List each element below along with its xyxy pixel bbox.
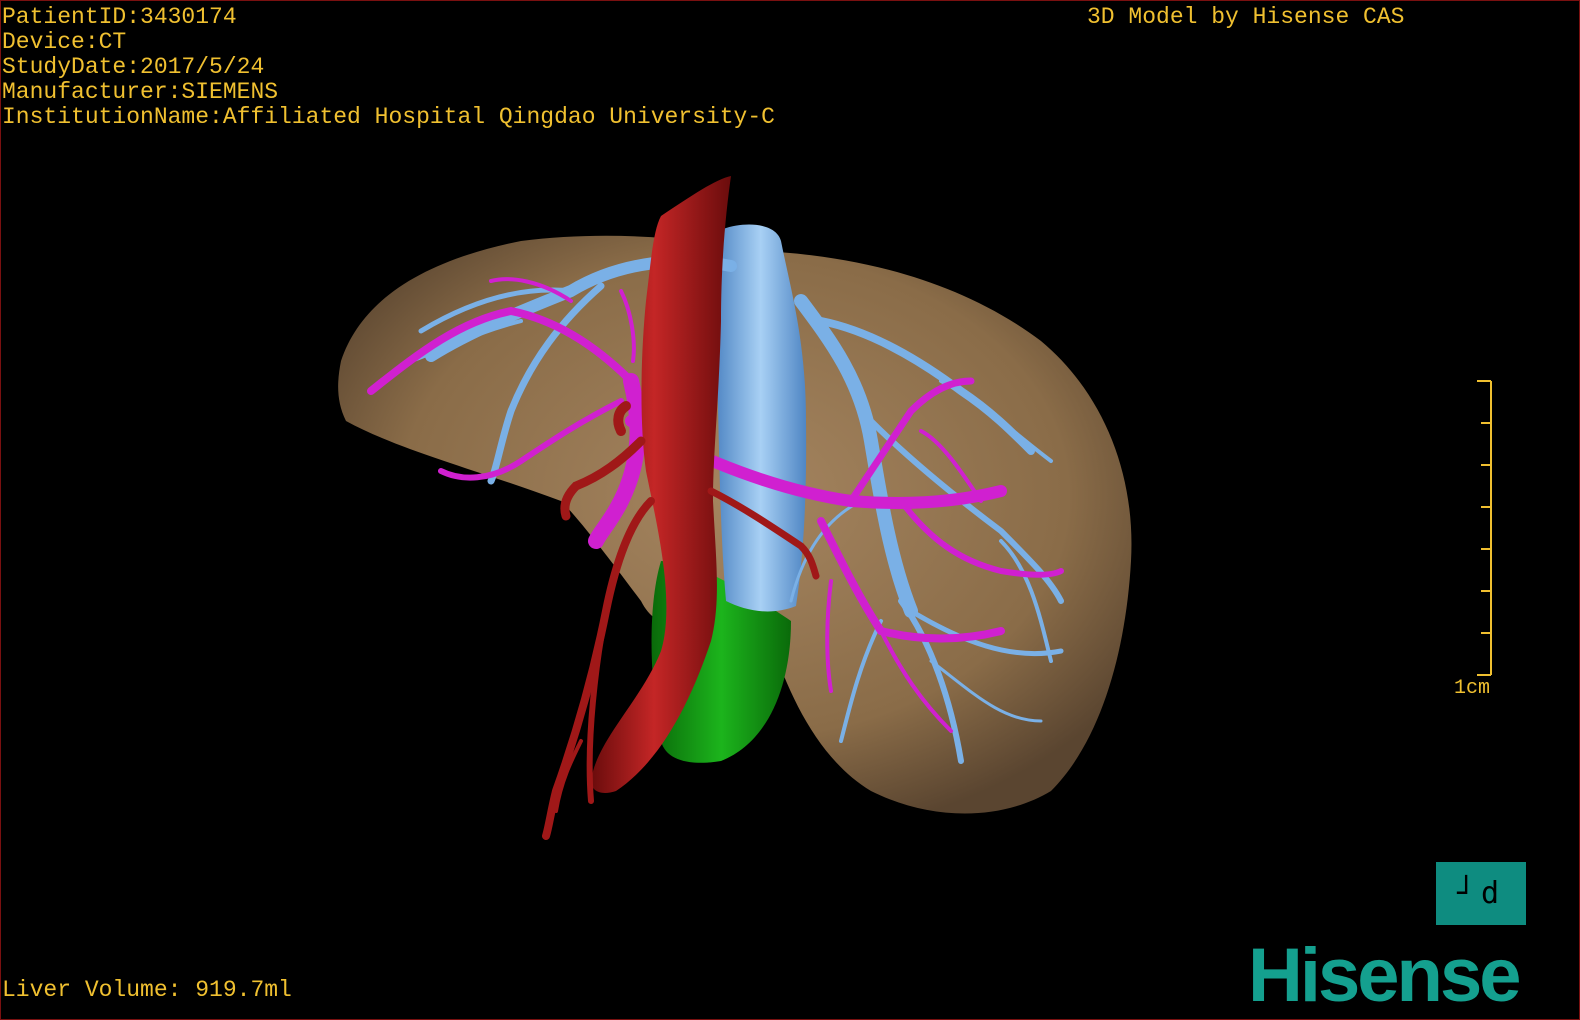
model-credit-text: 3D Model by Hisense CAS xyxy=(1087,4,1405,30)
3d-model-scene[interactable] xyxy=(1,1,1579,1019)
scale-bar-label: 1cm xyxy=(1454,677,1491,700)
view-orientation-cube[interactable]: ┘d xyxy=(1436,862,1526,925)
scale-bar xyxy=(1477,380,1492,676)
manufacturer-text: Manufacturer:SIEMENS xyxy=(2,79,279,105)
patient-id-text: PatientID:3430174 xyxy=(2,4,237,30)
3d-viewport[interactable]: PatientID:3430174 Device:CT StudyDate:20… xyxy=(0,0,1580,1020)
liver-volume-text: Liver Volume: 919.7ml xyxy=(2,977,292,1003)
study-date-text: StudyDate:2017/5/24 xyxy=(2,54,265,80)
patient-info-panel: PatientID:3430174 Device:CT StudyDate:20… xyxy=(2,5,775,130)
hisense-logo: Hisense xyxy=(1248,933,1521,1018)
device-text: Device:CT xyxy=(2,29,127,55)
institution-text: InstitutionName:Affiliated Hospital Qing… xyxy=(2,104,775,130)
